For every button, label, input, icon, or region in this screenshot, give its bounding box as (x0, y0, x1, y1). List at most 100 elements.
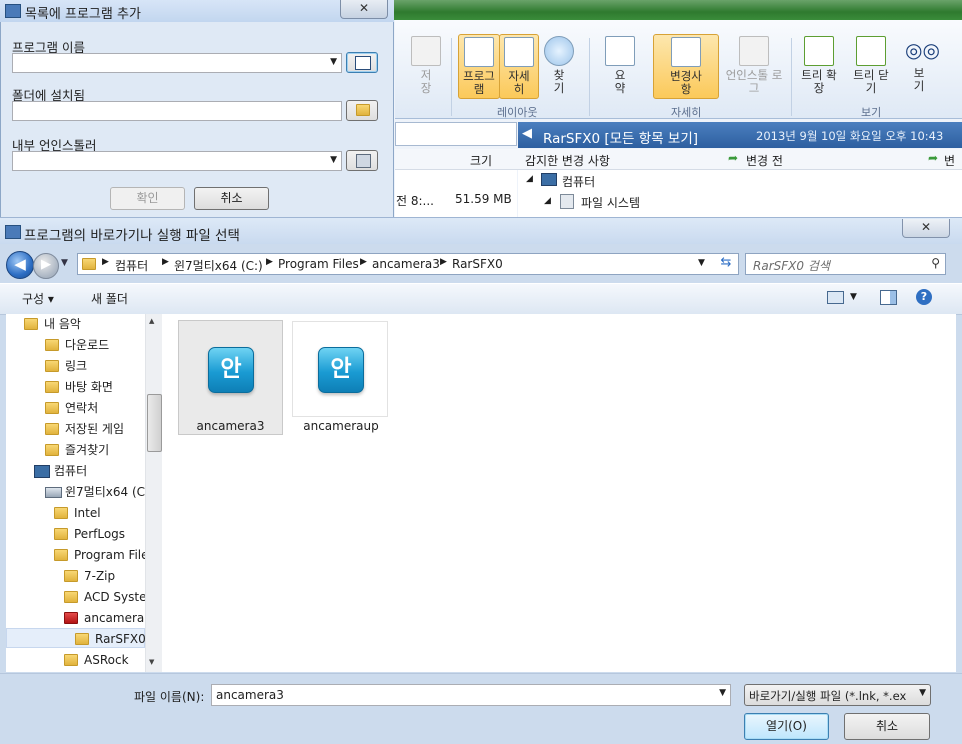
nav-item-drive-c[interactable]: 윈7멀티x64 (C:) (45, 482, 154, 502)
green-arrow-icon: ➦ (728, 151, 739, 165)
open-button[interactable]: 열기(O) (744, 713, 829, 740)
folder-icon (54, 528, 68, 540)
breadcrumb-separator-icon[interactable]: ▶ (162, 257, 169, 267)
changes-button[interactable]: 변경사 항 (653, 34, 719, 99)
links-folder-icon (45, 360, 59, 372)
close-icon[interactable]: ✕ (902, 219, 950, 238)
app-window-icon (5, 4, 21, 18)
clear-filter-icon[interactable]: ✕ (498, 124, 509, 139)
scroll-thumb[interactable] (147, 394, 162, 452)
nav-item-label: 7-Zip (84, 569, 116, 583)
tree-filesystem[interactable]: 파일 시스템 (581, 194, 640, 211)
before-column-header[interactable]: 변경 전 (746, 152, 783, 169)
browse-uninstaller-button[interactable] (346, 150, 378, 171)
organize-menu[interactable]: 구성 ▾ (22, 290, 54, 307)
tree-changes-icon (671, 37, 701, 67)
nav-scrollbar[interactable]: ▲ ▼ (145, 314, 162, 672)
detected-column-header[interactable]: 감지한 변경 사항 (525, 152, 610, 169)
back-button[interactable]: ◀ (6, 251, 34, 279)
find-label: 찾 기 (553, 68, 565, 95)
forward-button[interactable]: ▶ (33, 253, 59, 279)
nav-item-music[interactable]: 내 음악 (24, 314, 81, 334)
file-type-filter[interactable]: 바로가기/실행 파일 (*.lnk, *.ex ▼ (744, 684, 931, 706)
filter-value: 바로가기/실행 파일 (*.lnk, *.ex (749, 689, 907, 703)
search-icon[interactable]: ⚲ (931, 256, 940, 270)
breadcrumb-separator-icon[interactable]: ▶ (102, 257, 109, 267)
program-name-combo[interactable]: ▼ (12, 53, 342, 73)
summary-button[interactable]: 요 약 (603, 36, 637, 95)
breadcrumb-program-files[interactable]: Program Files (278, 257, 359, 271)
nav-item-7zip[interactable]: 7-Zip (64, 566, 116, 586)
filename-value: ancamera3 (216, 688, 284, 702)
installed-folder-field[interactable] (12, 101, 342, 121)
refresh-icon[interactable]: ⇆ (716, 255, 736, 273)
nav-item-saved-games[interactable]: 저장된 게임 (45, 419, 124, 439)
browse-folder-button[interactable] (346, 100, 378, 121)
nav-item-intel[interactable]: Intel (54, 503, 101, 523)
find-button[interactable]: 찾 기 (541, 36, 577, 95)
tree-computer[interactable]: 컴퓨터 (562, 173, 595, 190)
search-box[interactable]: RarSFX0 검색 ⚲ (745, 253, 946, 275)
file-item[interactable]: 안 ancameraup (292, 321, 388, 433)
command-bar (0, 283, 962, 315)
nav-item-rarsfx0[interactable]: RarSFX0 (75, 629, 146, 649)
tree-collapse-label: 트리 닫 기 (853, 68, 889, 95)
nav-item-ancamera3[interactable]: ancamera3 (64, 608, 152, 628)
cancel-button[interactable]: 취소 (194, 187, 269, 210)
pane-date: 2013년 9월 10일 화요일 오후 10:43 (756, 129, 944, 143)
help-icon[interactable]: ? (916, 289, 932, 305)
size-column-header[interactable]: 크기 (470, 152, 492, 169)
chevron-down-icon: ▼ (919, 688, 926, 698)
nav-item-desktop[interactable]: 바탕 화면 (45, 377, 113, 397)
expand-triangle-icon[interactable]: ◢ (544, 196, 551, 206)
breadcrumb-separator-icon[interactable]: ▶ (266, 257, 273, 267)
nav-item-program-files[interactable]: Program Files (54, 545, 155, 565)
scroll-up-icon[interactable]: ▲ (149, 317, 154, 325)
history-dropdown-icon[interactable]: ▼ (61, 258, 68, 268)
breadcrumb-separator-icon[interactable]: ▶ (360, 257, 367, 267)
nav-item-favorites[interactable]: 즐겨찾기 (45, 440, 109, 460)
nav-item-label: 다운로드 (65, 338, 110, 352)
nav-item-downloads[interactable]: 다운로드 (45, 335, 110, 355)
view-mode-icon[interactable] (827, 291, 844, 304)
tree-expand-button[interactable]: 트리 확 장 (797, 36, 841, 95)
navigation-pane: 내 음악 다운로드 링크 바탕 화면 연락처 저장된 게임 즐겨찾기 컴퓨터 윈… (6, 314, 164, 672)
nav-item-label: ASRock (84, 653, 129, 667)
cancel-button[interactable]: 취소 (844, 713, 930, 740)
uninstall-log-button[interactable]: 언인스톨 로 그 (721, 36, 787, 95)
preview-pane-icon[interactable] (880, 290, 897, 305)
file-item[interactable]: 안 ancamera3 (178, 320, 283, 435)
browse-shortcut-button[interactable] (346, 52, 378, 73)
nav-item-contacts[interactable]: 연락처 (45, 398, 98, 418)
ok-button[interactable]: 확인 (110, 187, 185, 210)
breadcrumb-ancamera3[interactable]: ancamera3 (372, 257, 440, 271)
app-icon: 안 (318, 347, 364, 393)
detail-view-button[interactable]: 자세 히 (499, 34, 539, 99)
address-bar[interactable]: ▶ 컴퓨터 ▶ 윈7멀티x64 (C:) ▶ Program Files ▶ a… (77, 253, 739, 275)
breadcrumb-drive[interactable]: 윈7멀티x64 (C:) (174, 257, 263, 274)
view-button[interactable]: ◎◎ 보 기 (901, 36, 940, 93)
log-icon (739, 36, 769, 66)
address-dropdown-icon[interactable]: ▼ (698, 258, 705, 268)
file-name: ancameraup (303, 419, 379, 433)
nav-item-label: PerfLogs (74, 527, 126, 541)
chevron-down-icon[interactable]: ▼ (850, 292, 857, 302)
nav-item-links[interactable]: 링크 (45, 356, 87, 376)
program-view-button[interactable]: 프로그 램 (458, 34, 500, 99)
breadcrumb-computer[interactable]: 컴퓨터 (115, 257, 148, 274)
tree-collapse-icon (856, 36, 886, 66)
nav-item-perflogs[interactable]: PerfLogs (54, 524, 126, 544)
scroll-down-icon[interactable]: ▼ (149, 658, 154, 666)
back-arrow-icon[interactable]: ◀ (522, 126, 532, 141)
close-icon[interactable]: ✕ (340, 0, 388, 19)
nav-item-asrock[interactable]: ASRock (64, 650, 129, 670)
nav-item-computer[interactable]: 컴퓨터 (34, 461, 87, 481)
new-folder-button[interactable]: 새 폴더 (91, 290, 128, 307)
expand-triangle-icon[interactable]: ◢ (526, 174, 533, 184)
filename-combo[interactable]: ancamera3 ▼ (211, 684, 731, 706)
breadcrumb-separator-icon[interactable]: ▶ (440, 257, 447, 267)
breadcrumb-rarsfx0[interactable]: RarSFX0 (452, 257, 503, 271)
tree-collapse-button[interactable]: 트리 닫 기 (849, 36, 893, 95)
save-ribbon-button[interactable]: 저 장 (409, 36, 443, 95)
uninstaller-combo[interactable]: ▼ (12, 151, 342, 171)
